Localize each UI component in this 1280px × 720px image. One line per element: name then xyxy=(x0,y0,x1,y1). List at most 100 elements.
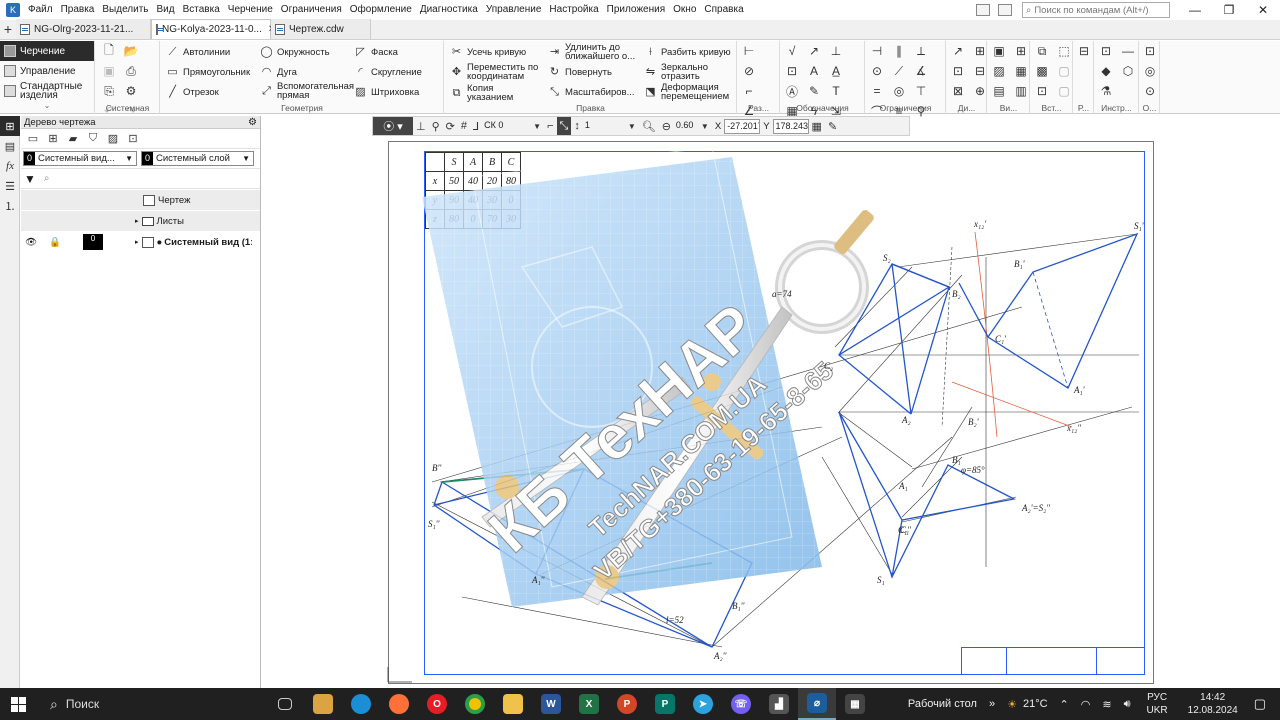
new-doc-icon[interactable]: 🗋 xyxy=(98,41,120,61)
tree-structure-icon[interactable]: ⛉ xyxy=(83,131,103,147)
linear-dim-icon[interactable]: ⊢ xyxy=(738,41,760,61)
extend-button[interactable]: ⇥ Удлинить до ближайшего о... xyxy=(547,43,641,62)
horizontal-icon[interactable]: ⊣ xyxy=(866,41,888,61)
layout-icon[interactable] xyxy=(976,4,990,16)
clock[interactable]: 14:42 12.08.2024 xyxy=(1178,691,1248,717)
tree-settings-icon[interactable]: ⊡ xyxy=(123,131,143,147)
weather-icon[interactable]: ☀ xyxy=(1001,698,1023,711)
task-view-icon[interactable] xyxy=(266,688,304,720)
opera-icon[interactable]: O xyxy=(418,688,456,720)
drawing-canvas[interactable]: SABCx50402080y9040300z8007030 xyxy=(262,137,1280,688)
expand-arrow-icon[interactable]: ▸ xyxy=(135,217,139,225)
color-text-icon[interactable]: Ⓐ xyxy=(781,81,803,101)
autolines-button[interactable]: ⟋ Автолинии xyxy=(165,45,231,60)
trim-curve-button[interactable]: ✂ Усечь кривую xyxy=(449,45,526,60)
snap-point-icon[interactable]: ⚲ xyxy=(429,117,443,135)
expand-chevron-icon[interactable]: ⌄ xyxy=(0,101,94,110)
insert-ole-icon[interactable]: ▢ xyxy=(1053,81,1075,101)
minimize-button[interactable]: — xyxy=(1178,0,1212,20)
circle-button[interactable]: ◯ Окружность xyxy=(259,45,329,60)
start-button[interactable] xyxy=(0,688,36,720)
image-icon[interactable]: ▨ xyxy=(988,61,1010,81)
report-icon[interactable]: ⊟ xyxy=(1074,41,1094,61)
move-coords-button[interactable]: ✥ Переместить по координатам xyxy=(449,63,557,82)
equal-icon[interactable]: = xyxy=(866,81,888,101)
tree-view-icon[interactable]: ▭ xyxy=(23,131,43,147)
view-break-icon[interactable]: ▥ xyxy=(1010,81,1032,101)
insert-frag-icon[interactable]: ⧉ xyxy=(1031,41,1053,61)
publisher-icon[interactable]: P xyxy=(646,688,684,720)
menu-select[interactable]: Выделить xyxy=(98,0,152,20)
insert-image-icon[interactable]: ▩ xyxy=(1031,61,1053,81)
language-indicator[interactable]: РУС UKR xyxy=(1137,691,1178,717)
tool-d-icon[interactable]: ⬡ xyxy=(1117,61,1139,81)
command-search-input[interactable]: ⌕ Поиск по командам (Alt+/) xyxy=(1022,2,1170,18)
insert-view-icon[interactable]: ⬚ xyxy=(1053,41,1075,61)
rotate-button[interactable]: ↻ Повернуть xyxy=(547,65,612,80)
chevron-right-icon[interactable]: » xyxy=(983,698,1001,710)
segment-button[interactable]: ╱ Отрезок xyxy=(165,85,219,100)
view-detail-icon[interactable]: ▦ xyxy=(1010,61,1032,81)
menu-help[interactable]: Справка xyxy=(700,0,747,20)
open-icon[interactable]: 📂 xyxy=(120,41,142,61)
arrow-icon[interactable]: ↗ xyxy=(947,41,969,61)
save-icon[interactable]: ▣ xyxy=(98,61,120,81)
properties-icon[interactable]: ⚙ xyxy=(120,81,142,101)
mark-icon[interactable]: ✎ xyxy=(803,81,825,101)
tree-row-sheets[interactable]: ▸ Листы xyxy=(21,211,260,232)
telegram-icon[interactable]: ➤ xyxy=(684,688,722,720)
insert-obj-icon[interactable]: ▢ xyxy=(1053,61,1075,81)
hatch-button[interactable]: ▨ Штриховка xyxy=(353,85,419,100)
slope-icon[interactable]: ⟋ xyxy=(888,61,910,81)
menu-edit[interactable]: Правка xyxy=(57,0,99,20)
zoom-value[interactable]: 0.60 xyxy=(674,119,698,134)
firefox-icon[interactable] xyxy=(380,688,418,720)
menu-constraints[interactable]: Ограничения xyxy=(277,0,346,20)
chevron-down-icon[interactable]: ▼ xyxy=(530,117,544,135)
menu-settings[interactable]: Настройка xyxy=(545,0,602,20)
angle-icon[interactable]: ∡ xyxy=(910,61,932,81)
diameter-dim-icon[interactable]: ⊘ xyxy=(738,61,760,81)
chevron-down-icon[interactable]: ▼ xyxy=(698,117,712,135)
eye-icon[interactable]: 👁 xyxy=(25,232,37,253)
x-coordinate[interactable]: -27.2017 xyxy=(724,118,761,134)
tab-doc-3[interactable]: Чертеж.cdw xyxy=(271,19,371,39)
preview-icon[interactable]: ⎘ xyxy=(98,81,120,101)
volume-icon[interactable]: 🔊︎ xyxy=(1118,698,1137,711)
split-curve-button[interactable]: ⟊ Разбить кривую xyxy=(643,45,731,60)
zoom-window-icon[interactable]: 🔍︎ xyxy=(639,117,659,135)
aux-line-button[interactable]: ⤢ Вспомогательная прямая xyxy=(259,82,354,101)
vertical-icon[interactable]: ⊤ xyxy=(910,81,932,101)
insert-text-icon[interactable]: T xyxy=(825,81,847,101)
tool-c-icon[interactable]: ◆ xyxy=(1095,61,1117,81)
notifications-icon[interactable]: ▢ xyxy=(1248,696,1280,712)
o-b-icon[interactable]: ◎ xyxy=(1140,61,1160,81)
chamfer-button[interactable]: ◸ Фаска xyxy=(353,45,398,60)
lib-icon[interactable]: ⊠ xyxy=(947,81,969,101)
tab-doc-1[interactable]: NG-Olrg-2023-11-21... xyxy=(16,19,151,39)
deform-button[interactable]: ⬔ Деформация перемещением xyxy=(643,83,735,102)
calculator-icon[interactable]: ▦ xyxy=(836,688,874,720)
print-icon[interactable]: ⎙ xyxy=(120,61,142,81)
menu-view[interactable]: Вид xyxy=(153,0,179,20)
arc-button[interactable]: ◠ Дуга xyxy=(259,65,297,80)
eyedropper-icon[interactable]: ✎ xyxy=(825,117,840,135)
gear-icon[interactable]: ⚙ xyxy=(248,116,257,129)
layer-combo[interactable]: 0 Системный слой ▼ xyxy=(140,151,254,166)
screen-tool-icon[interactable]: ▟ xyxy=(760,688,798,720)
mode-drafting[interactable]: Черчение xyxy=(0,41,94,61)
mirror-button[interactable]: ⇋ Зеркально отразить xyxy=(643,63,721,82)
perp-icon[interactable]: ⟂ xyxy=(910,41,932,61)
insert-link-icon[interactable]: ⊡ xyxy=(1031,81,1053,101)
radial-dim-icon[interactable]: ⌐ xyxy=(738,81,760,101)
menu-manage[interactable]: Управление xyxy=(482,0,546,20)
tool-a-icon[interactable]: ⊡ xyxy=(1095,41,1117,61)
chevron-up-icon[interactable]: ⌃ xyxy=(1054,698,1075,711)
o-c-icon[interactable]: ⊙ xyxy=(1140,81,1160,101)
new-tab-button[interactable]: + xyxy=(0,19,16,39)
menu-drafting[interactable]: Черчение xyxy=(224,0,277,20)
excel-icon[interactable]: X xyxy=(570,688,608,720)
lock-icon[interactable]: 🔒 xyxy=(49,232,61,253)
rotate-view-icon[interactable]: ⟳ xyxy=(443,117,458,135)
tree-search-input[interactable]: ⌕ xyxy=(44,171,260,187)
